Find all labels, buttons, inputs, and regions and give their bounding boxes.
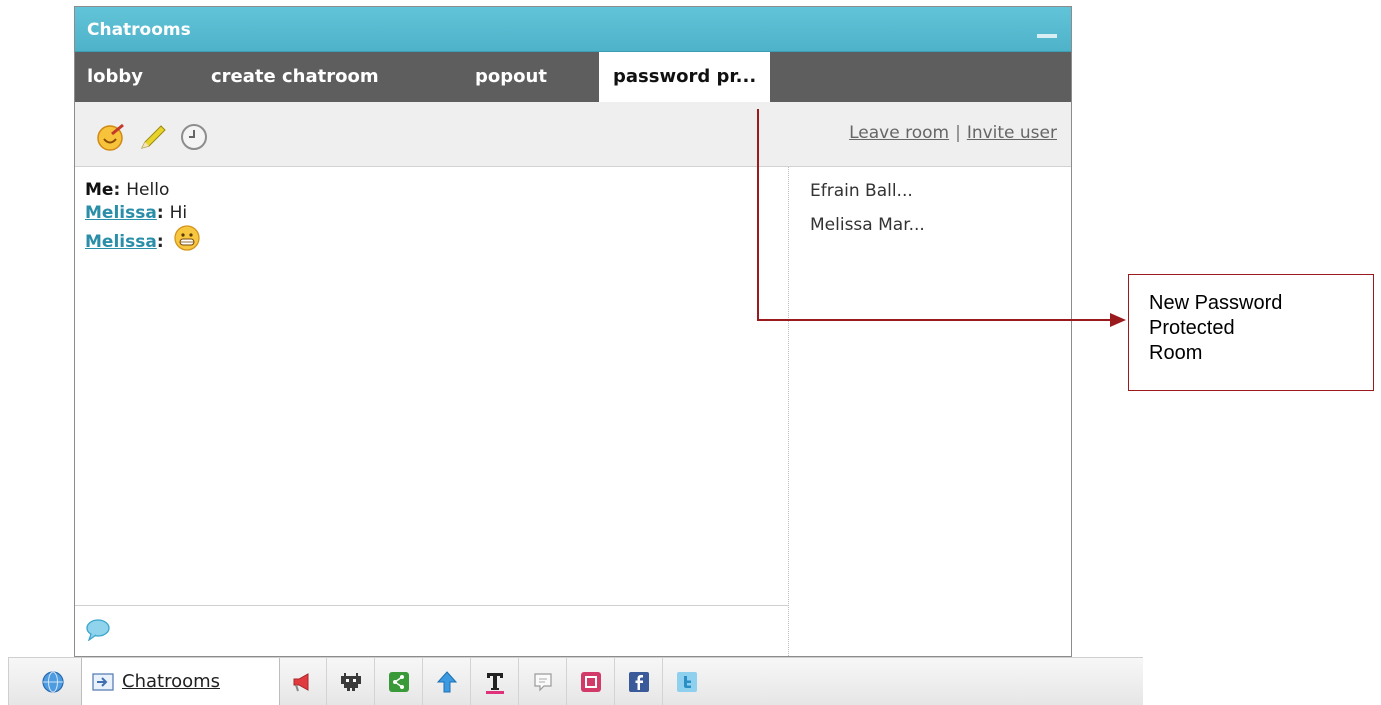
callout-line-3: Room xyxy=(1149,342,1203,364)
message-sender: Me xyxy=(85,180,114,200)
chatroom-enter-icon xyxy=(92,672,114,692)
tab-password-protected[interactable]: password pr... xyxy=(599,52,771,102)
message-sender-link[interactable]: Melissa xyxy=(85,232,157,252)
annotation-callout: New Password Protected Room xyxy=(1128,274,1374,391)
chat-bubble-icon xyxy=(85,619,111,645)
globe-icon[interactable] xyxy=(29,658,77,705)
leave-room-link[interactable]: Leave room xyxy=(849,123,949,143)
room-links: Leave room | Invite user xyxy=(849,123,1057,143)
upload-icon[interactable] xyxy=(423,658,471,705)
invite-user-link[interactable]: Invite user xyxy=(967,123,1057,143)
save-icon[interactable] xyxy=(567,658,615,705)
user-list-item[interactable]: Melissa Mar... xyxy=(789,211,1071,245)
message-list: Me: Hello Melissa: Hi Melissa: xyxy=(75,167,788,605)
text-format-icon[interactable] xyxy=(471,658,519,705)
message-input-area[interactable] xyxy=(75,605,788,656)
message-item: Melissa: xyxy=(85,225,778,258)
window-titlebar: Chatrooms xyxy=(75,7,1071,52)
tab-popout[interactable]: popout xyxy=(475,52,547,102)
message-item: Me: Hello xyxy=(85,180,170,200)
room-toolbar: Leave room | Invite user xyxy=(75,102,1071,167)
share-icon[interactable] xyxy=(375,658,423,705)
minimize-button[interactable] xyxy=(1037,34,1057,38)
tab-create-chatroom[interactable]: create chatroom xyxy=(211,52,379,102)
pencil-icon[interactable] xyxy=(138,122,168,156)
window-title: Chatrooms xyxy=(87,20,191,40)
link-separator: | xyxy=(955,123,961,143)
games-icon[interactable] xyxy=(327,658,375,705)
message-item: Melissa: Hi xyxy=(85,203,188,223)
grin-emoji-icon xyxy=(173,225,200,258)
callout-line-2: Protected xyxy=(1149,317,1235,339)
clock-icon[interactable] xyxy=(179,122,209,156)
smiley-icon[interactable] xyxy=(96,122,126,156)
message-text: Hi xyxy=(169,203,188,223)
twitter-icon[interactable] xyxy=(663,658,710,705)
chatrooms-taskbar-button[interactable]: Chatrooms xyxy=(81,658,280,705)
user-list-item[interactable]: Efrain Ball... xyxy=(789,177,1071,211)
tab-bar: lobby create chatroom popout password pr… xyxy=(75,52,1071,102)
callout-line-1: New Password xyxy=(1149,292,1283,314)
chatrooms-window: Chatrooms lobby create chatroom popout p… xyxy=(74,6,1072,657)
message-sender-link[interactable]: Melissa xyxy=(85,203,157,223)
tab-lobby[interactable]: lobby xyxy=(87,52,143,102)
user-list: Efrain Ball... Melissa Mar... xyxy=(788,167,1071,656)
message-text: Hello xyxy=(126,180,170,200)
comments-icon[interactable] xyxy=(519,658,567,705)
facebook-icon[interactable] xyxy=(615,658,663,705)
chatrooms-taskbar-label: Chatrooms xyxy=(122,671,221,692)
announcement-icon[interactable] xyxy=(279,658,327,705)
bottom-toolbar: Chatrooms xyxy=(8,657,1143,705)
